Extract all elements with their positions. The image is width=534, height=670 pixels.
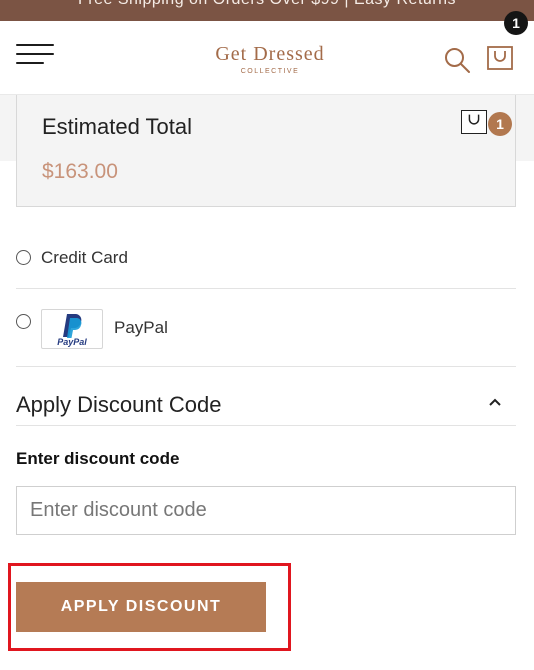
paypal-logo: PayPal bbox=[41, 309, 103, 349]
paypal-label[interactable]: PayPal bbox=[114, 318, 168, 338]
order-summary-box bbox=[16, 95, 516, 207]
credit-card-label[interactable]: Credit Card bbox=[41, 248, 128, 268]
brand-logo[interactable]: Get Dressed COLLECTIVE bbox=[200, 43, 340, 75]
discount-field-label: Enter discount code bbox=[16, 449, 180, 468]
chevron-up-icon[interactable] bbox=[487, 395, 503, 409]
summary-bag-count-badge: 1 bbox=[488, 112, 512, 136]
payment-divider bbox=[16, 288, 516, 289]
paypal-logo-text: PayPal bbox=[57, 337, 87, 347]
payment-divider bbox=[16, 366, 516, 367]
announcement-bar: Free Shipping on Orders Over $99 | Easy … bbox=[0, 0, 534, 21]
shopping-bag-icon[interactable] bbox=[487, 46, 513, 70]
site-header: Get Dressed COLLECTIVE bbox=[0, 21, 534, 95]
estimated-total-label: Estimated Total bbox=[42, 114, 193, 139]
announcement-text: Free Shipping on Orders Over $99 | Easy … bbox=[0, 0, 534, 9]
credit-card-radio[interactable] bbox=[16, 250, 31, 265]
apply-discount-button[interactable]: APPLY DISCOUNT bbox=[16, 582, 266, 632]
paypal-radio[interactable] bbox=[16, 314, 31, 329]
discount-section-title[interactable]: Apply Discount Code bbox=[16, 392, 221, 418]
logo-sub-text: COLLECTIVE bbox=[240, 68, 300, 75]
hamburger-menu-icon[interactable] bbox=[16, 41, 54, 67]
estimated-total-value: $163.00 bbox=[42, 160, 118, 183]
summary-bag-icon[interactable] bbox=[461, 110, 487, 134]
cart-count-badge: 1 bbox=[504, 11, 528, 35]
search-icon[interactable] bbox=[443, 46, 471, 74]
discount-divider bbox=[16, 425, 516, 426]
logo-brand-text: Get Dressed bbox=[215, 43, 325, 65]
discount-code-input[interactable] bbox=[16, 486, 516, 535]
